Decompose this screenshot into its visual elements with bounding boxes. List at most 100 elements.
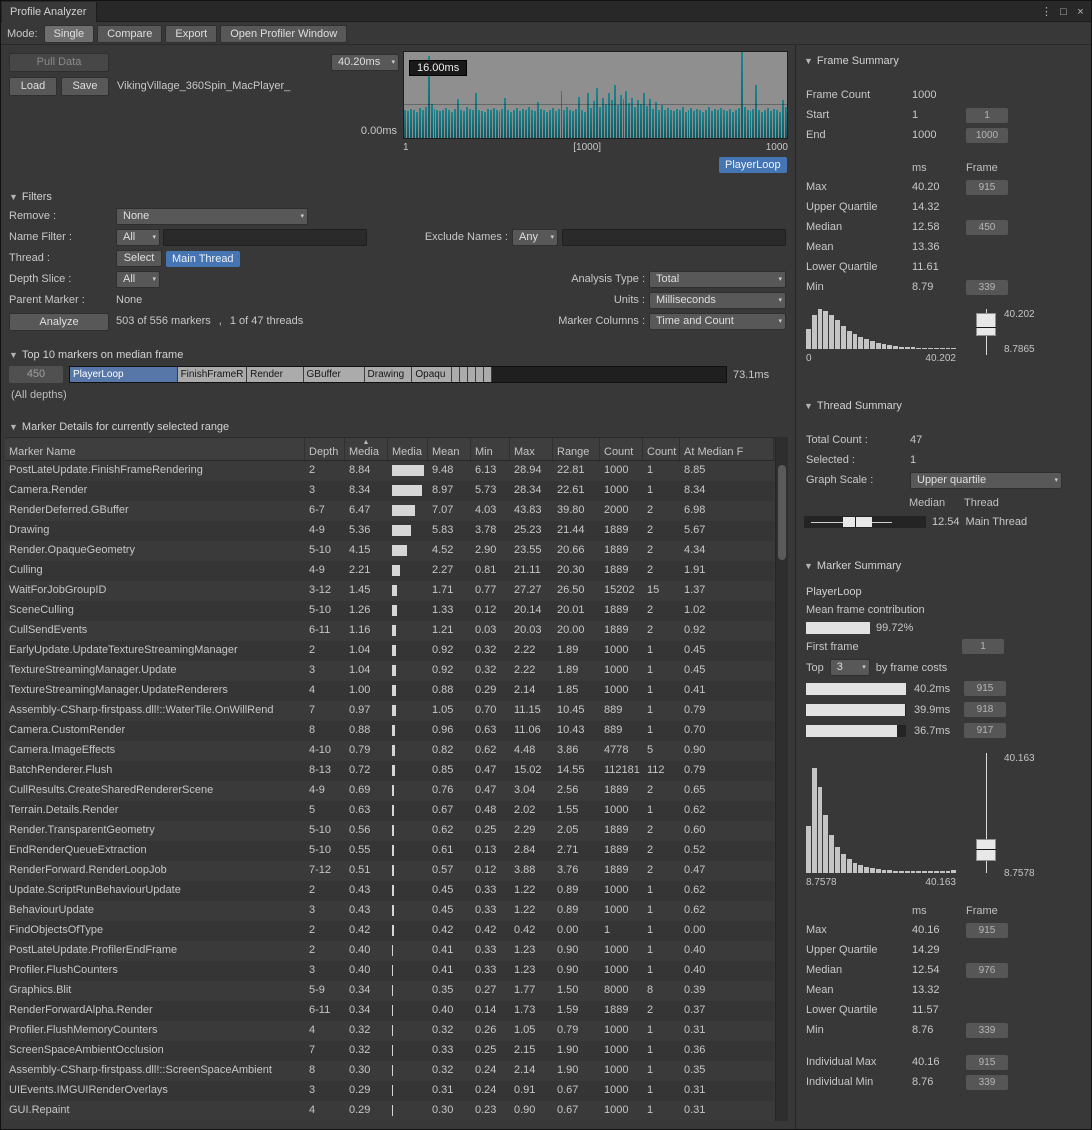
table-row[interactable]: Camera.Render38.348.975.7328.3422.611000… [5,481,774,501]
table-row[interactable]: RenderForward.RenderLoopJob7-120.510.570… [5,861,774,881]
column-header[interactable]: Marker Name [5,438,305,460]
column-header[interactable]: Mean [428,438,471,460]
table-row[interactable]: UIEvents.IMGUIRenderOverlays30.290.310.2… [5,1081,774,1101]
table-row[interactable]: CullResults.CreateSharedRendererScene4-9… [5,781,774,801]
table-row[interactable]: EndRenderQueueExtraction5-100.550.610.13… [5,841,774,861]
table-row[interactable]: Render.TransparentGeometry5-100.560.620.… [5,821,774,841]
frame-button[interactable]: 339 [966,280,1008,295]
filters-header[interactable]: ▼ Filters [1,187,795,207]
top-n-dropdown[interactable]: 3 ▾ [830,659,870,676]
frame-button[interactable]: 1000 [966,128,1008,143]
table-row[interactable]: Render.OpaqueGeometry5-104.154.522.9023.… [5,541,774,561]
graph-scale-dropdown[interactable]: Upper quartile ▾ [910,472,1062,489]
table-row[interactable]: PostLateUpdate.ProfilerEndFrame20.400.41… [5,941,774,961]
top10-segment[interactable]: PlayerLoop [70,367,178,382]
table-row[interactable]: CullSendEvents6-111.161.210.0320.0320.00… [5,621,774,641]
export-button[interactable]: Export [165,25,217,43]
frame-button[interactable]: 917 [964,723,1006,738]
table-row[interactable]: EarlyUpdate.UpdateTextureStreamingManage… [5,641,774,661]
column-header[interactable]: Min [471,438,510,460]
depth-slice-dropdown[interactable]: All ▾ [116,271,160,288]
table-row[interactable]: TextureStreamingManager.Update31.040.920… [5,661,774,681]
column-header[interactable]: Max [510,438,553,460]
close-icon[interactable]: × [1072,6,1089,18]
menu-icon[interactable]: ⋮ [1038,5,1055,18]
frame-button[interactable]: 915 [966,180,1008,195]
table-row[interactable]: TextureStreamingManager.UpdateRenderers4… [5,681,774,701]
mode-compare-button[interactable]: Compare [97,25,162,43]
frame-time-chart[interactable]: 16.00ms [403,51,788,139]
first-frame-button[interactable]: 1 [962,639,1004,654]
column-header[interactable]: ▲Media [345,438,388,460]
name-filter-input[interactable] [163,229,367,246]
open-profiler-window-button[interactable]: Open Profiler Window [220,25,347,43]
table-row[interactable]: Profiler.FlushMemoryCounters40.320.320.2… [5,1021,774,1041]
table-row[interactable]: Terrain.Details.Render50.630.670.482.021… [5,801,774,821]
column-header[interactable]: Count [600,438,643,460]
table-row[interactable]: RenderForwardAlpha.Render6-110.340.400.1… [5,1001,774,1021]
frame-summary-header[interactable]: ▼ Frame Summary [796,45,1091,67]
column-header[interactable]: Range [553,438,600,460]
name-filter-mode-dropdown[interactable]: All ▾ [116,229,160,246]
frame-button[interactable]: 339 [966,1023,1008,1038]
frame-button[interactable]: 915 [964,681,1006,696]
window-tab[interactable]: Profile Analyzer [2,2,97,22]
analysis-type-dropdown[interactable]: Total ▾ [649,271,786,288]
top10-segment[interactable]: Opaqu [412,367,452,382]
table-row[interactable]: Camera.CustomRender80.880.960.6311.0610.… [5,721,774,741]
scrollbar-thumb[interactable] [778,465,786,560]
table-row[interactable]: SceneCulling5-101.261.330.1220.1420.0118… [5,601,774,621]
table-row[interactable]: Drawing4-95.365.833.7825.2321.44188925.6… [5,521,774,541]
table-row[interactable]: WaitForJobGroupID3-121.451.710.7727.2726… [5,581,774,601]
frame-button[interactable]: 339 [966,1075,1008,1090]
frame-button[interactable]: 915 [966,923,1008,938]
marker-columns-dropdown[interactable]: Time and Count ▾ [649,313,786,330]
thread-summary-header[interactable]: ▼ Thread Summary [796,390,1091,412]
table-row[interactable]: Assembly-CSharp-firstpass.dll!::ScreenSp… [5,1061,774,1081]
top10-segment[interactable] [476,367,484,382]
remove-dropdown[interactable]: None ▾ [116,208,308,225]
frame-button[interactable]: 450 [966,220,1008,235]
maximize-icon[interactable]: □ [1055,6,1072,18]
top10-segment[interactable]: GBuffer [304,367,365,382]
column-header[interactable]: Media [388,438,428,460]
frame-button[interactable]: 976 [966,963,1008,978]
analyze-button[interactable]: Analyze [9,313,109,331]
thread-row[interactable]: 12.54 Main Thread [796,516,1091,528]
marker-details-header[interactable]: ▼ Marker Details for currently selected … [1,417,795,437]
top10-segment[interactable]: Render [247,367,303,382]
table-row[interactable]: FindObjectsOfType20.420.420.420.420.0011… [5,921,774,941]
chart-scale-dropdown[interactable]: 40.20ms ▾ [331,54,399,71]
column-header[interactable]: Depth [305,438,345,460]
frame-button[interactable]: 1 [966,108,1008,123]
marker-summary-header[interactable]: ▼ Marker Summary [796,550,1091,572]
top10-segment[interactable]: FinishFrameR [178,367,248,382]
save-button[interactable]: Save [61,77,109,96]
top10-segment[interactable] [452,367,460,382]
frame-button[interactable]: 915 [966,1055,1008,1070]
table-row[interactable]: Profiler.FlushCounters30.400.410.331.230… [5,961,774,981]
table-row[interactable]: ScreenSpaceAmbientOcclusion70.320.330.25… [5,1041,774,1061]
pull-data-button[interactable]: Pull Data [9,53,109,72]
table-row[interactable]: BehaviourUpdate30.430.450.331.220.891000… [5,901,774,921]
table-row[interactable]: GUI.Repaint40.290.300.230.900.67100010.3… [5,1101,774,1121]
table-row[interactable]: Assembly-CSharp-firstpass.dll!::WaterTil… [5,701,774,721]
top10-segment[interactable] [468,367,476,382]
top10-segment[interactable] [484,367,492,382]
table-row[interactable]: Graphics.Blit5-90.340.350.271.771.508000… [5,981,774,1001]
column-header[interactable]: At Median F [680,438,774,460]
exclude-names-input[interactable] [562,229,786,246]
table-row[interactable]: RenderDeferred.GBuffer6-76.477.074.0343.… [5,501,774,521]
median-frame-button[interactable]: 450 [9,366,63,383]
table-row[interactable]: Camera.ImageEffects4-100.790.820.624.483… [5,741,774,761]
units-dropdown[interactable]: Milliseconds ▾ [649,292,786,309]
table-row[interactable]: Update.ScriptRunBehaviourUpdate20.430.45… [5,881,774,901]
table-row[interactable]: Culling4-92.212.270.8121.1120.30188921.9… [5,561,774,581]
table-row[interactable]: BatchRenderer.Flush8-130.720.850.4715.02… [5,761,774,781]
top10-segment[interactable] [460,367,468,382]
thread-select-button[interactable]: Select [116,250,162,267]
column-header[interactable]: Count Fra [643,438,680,460]
thread-chip[interactable]: Main Thread [166,251,240,267]
table-row[interactable]: PostLateUpdate.FinishFrameRendering28.84… [5,461,774,481]
top10-header[interactable]: ▼ Top 10 markers on median frame [1,345,795,365]
